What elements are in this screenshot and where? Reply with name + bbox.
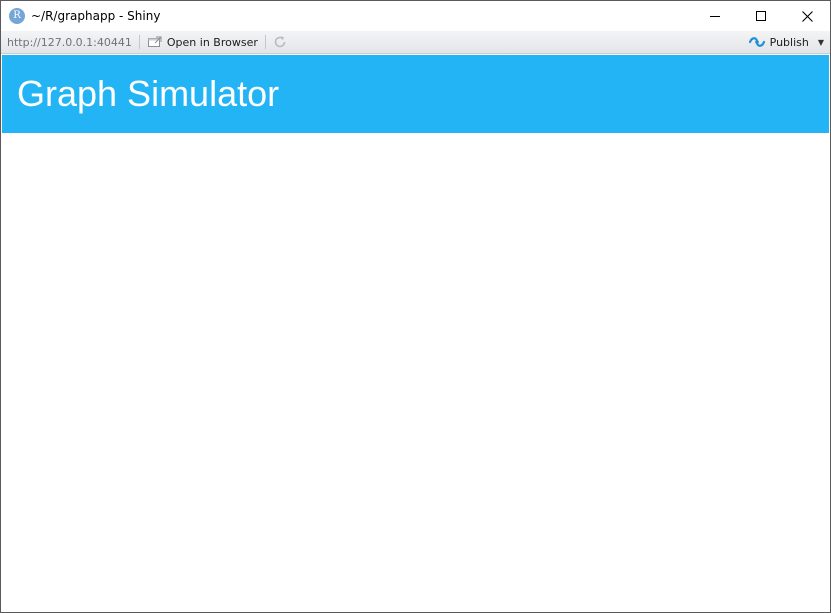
refresh-icon <box>274 36 286 48</box>
open-in-browser-icon <box>147 36 162 47</box>
app-header: Graph Simulator <box>2 55 829 133</box>
refresh-button[interactable] <box>273 35 287 49</box>
minimize-button[interactable] <box>692 1 738 31</box>
open-in-browser-label: Open in Browser <box>166 35 258 49</box>
page-title: Graph Simulator <box>17 73 280 114</box>
publish-icon <box>748 37 765 47</box>
title-bar[interactable]: R ~/R/graphapp - Shiny <box>1 1 830 31</box>
maximize-button[interactable] <box>738 1 784 31</box>
close-icon <box>801 10 813 22</box>
close-button[interactable] <box>784 1 830 31</box>
r-logo-icon: R <box>9 8 25 24</box>
viewer-toolbar: http://127.0.0.1:40441 Open in Browser P… <box>1 31 830 54</box>
publish-label: Publish <box>769 35 809 49</box>
url-display: http://127.0.0.1:40441 <box>7 35 132 49</box>
open-in-browser-button[interactable]: Open in Browser <box>147 36 258 49</box>
publish-button[interactable]: Publish ▼ <box>748 31 824 53</box>
chevron-down-icon[interactable]: ▼ <box>818 38 824 47</box>
window-title: ~/R/graphapp - Shiny <box>31 9 161 23</box>
toolbar-divider <box>138 35 140 49</box>
app-body <box>2 133 829 612</box>
minimize-icon <box>710 16 720 17</box>
shiny-window: R ~/R/graphapp - Shiny http://127.0.0.1:… <box>0 0 831 613</box>
toolbar-divider <box>264 35 266 49</box>
maximize-icon <box>756 11 766 21</box>
window-controls <box>692 1 830 31</box>
